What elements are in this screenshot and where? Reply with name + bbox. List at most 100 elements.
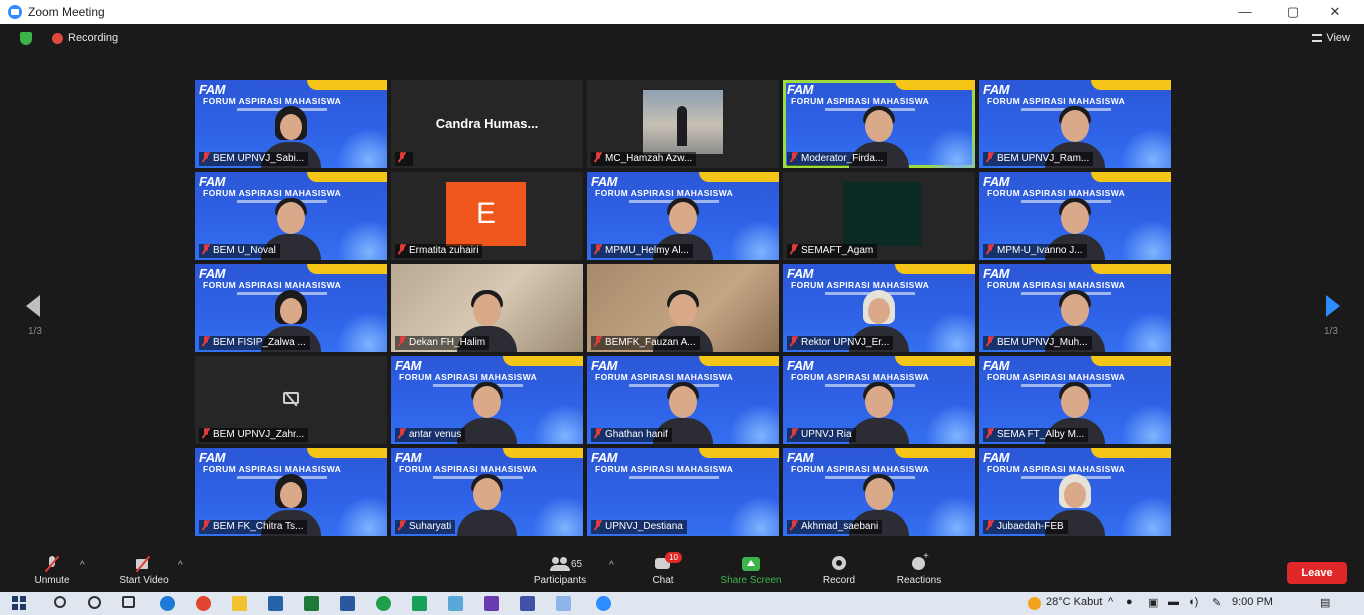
whatsapp-icon[interactable]: [376, 596, 391, 611]
participant-name: Akhmad_saebani: [801, 521, 879, 532]
app-indigo-icon[interactable]: [520, 596, 535, 611]
chat-button[interactable]: 10 Chat: [640, 552, 686, 592]
participant-video-tile[interactable]: FAM FORUM ASPIRASI MAHASISWA Akhmad_saeban…: [783, 448, 975, 536]
app-blue-icon[interactable]: [448, 596, 463, 611]
fam-logo: FAM: [395, 450, 421, 465]
leave-button[interactable]: Leave: [1287, 562, 1347, 584]
participant-video-tile[interactable]: SEMAFT_Agam: [783, 172, 975, 260]
banner-decoration: [895, 448, 975, 458]
participants-count: 65: [571, 559, 583, 570]
participant-video-tile[interactable]: BEM UPNVJ_Zahr...: [195, 356, 387, 444]
participant-video-tile[interactable]: FAM FORUM ASPIRASI MAHASISWA Ghathan hanif: [587, 356, 779, 444]
participant-video-tile[interactable]: FAM FORUM ASPIRASI MAHASISWA BEM UPNVJ_Muh…: [979, 264, 1171, 352]
excel-icon[interactable]: [304, 596, 319, 611]
chrome-icon[interactable]: [196, 596, 211, 611]
participant-video-tile[interactable]: FAM FORUM ASPIRASI MAHASISWA Moderator_Fir…: [783, 80, 975, 168]
participant-name-tag: BEM UPNVJ_Muh...: [983, 336, 1092, 350]
recording-icon: [52, 33, 63, 44]
tray-overflow-icon[interactable]: ^: [1108, 596, 1113, 608]
participant-video-tile[interactable]: FAM FORUM ASPIRASI MAHASISWA Jubaedah-FEB: [979, 448, 1171, 536]
next-page-arrow-icon[interactable]: [1326, 295, 1340, 317]
participant-video-tile[interactable]: Candra Humas...: [391, 80, 583, 168]
participant-name-tag: BEM FISIP_Zalwa ...: [199, 336, 310, 350]
banner-decoration: [699, 172, 779, 182]
banner-title: FORUM ASPIRASI MAHASISWA: [203, 280, 342, 290]
participant-name-tag: antar venus: [395, 428, 466, 442]
minimize-button[interactable]: —: [1230, 3, 1260, 21]
previous-page-arrow-icon[interactable]: [26, 295, 40, 317]
participant-video-tile[interactable]: FAM FORUM ASPIRASI MAHASISWA BEM FISIP_Zal…: [195, 264, 387, 352]
edge-browser-icon[interactable]: [160, 596, 175, 611]
participant-video-tile[interactable]: BEMFK_Fauzan A...: [587, 264, 779, 352]
participant-video-tile[interactable]: FAM FORUM ASPIRASI MAHASISWA UPNVJ_Destian…: [587, 448, 779, 536]
participant-video-tile[interactable]: FAM FORUM ASPIRASI MAHASISWA BEM UPNVJ_Sab…: [195, 80, 387, 168]
participant-video-tile[interactable]: MC_Hamzah Azw...: [587, 80, 779, 168]
tray-battery-icon[interactable]: ▬: [1168, 596, 1179, 608]
security-shield-icon[interactable]: [20, 32, 32, 45]
banner-decoration: [1091, 80, 1171, 90]
start-video-button[interactable]: Start Video: [108, 552, 180, 592]
fam-logo: FAM: [983, 82, 1009, 97]
search-icon[interactable]: [54, 596, 66, 608]
banner-decoration: [307, 448, 387, 458]
taskbar-clock[interactable]: 9:00 PM: [1232, 596, 1273, 608]
banner-decoration: [307, 264, 387, 274]
mic-muted-icon: [202, 520, 210, 530]
participant-video-tile[interactable]: FAM FORUM ASPIRASI MAHASISWA MPM-U_Ivanno …: [979, 172, 1171, 260]
unmute-button[interactable]: Unmute: [24, 552, 80, 592]
record-button[interactable]: Record: [814, 552, 864, 592]
view-label: View: [1326, 32, 1350, 44]
mic-muted-icon: [986, 520, 994, 530]
participant-video-tile[interactable]: FAM FORUM ASPIRASI MAHASISWA BEM UPNVJ_Ram…: [979, 80, 1171, 168]
participant-video-tile[interactable]: E Ermatita zuhairi: [391, 172, 583, 260]
app-purple-icon[interactable]: [484, 596, 499, 611]
participant-video-tile[interactable]: FAM FORUM ASPIRASI MAHASISWA SEMA FT_Alby …: [979, 356, 1171, 444]
app-green-icon[interactable]: [412, 596, 427, 611]
banner-decoration: [719, 496, 779, 536]
participant-video-tile[interactable]: FAM FORUM ASPIRASI MAHASISWA Suharyati: [391, 448, 583, 536]
participant-name: Moderator_Firda...: [801, 153, 884, 164]
participants-options-caret-icon[interactable]: ^: [609, 560, 614, 571]
app-photos-icon[interactable]: [556, 596, 571, 611]
view-button[interactable]: View: [1312, 32, 1350, 44]
cortana-icon[interactable]: [88, 596, 101, 609]
participant-video-tile[interactable]: FAM FORUM ASPIRASI MAHASISWA UPNVJ Ria: [783, 356, 975, 444]
mic-muted-icon: [398, 244, 406, 254]
windows-start-icon[interactable]: [12, 596, 27, 611]
fam-logo: FAM: [983, 266, 1009, 281]
banner-title: FORUM ASPIRASI MAHASISWA: [595, 372, 734, 382]
file-explorer-icon[interactable]: [232, 596, 247, 611]
participant-video-tile[interactable]: FAM FORUM ASPIRASI MAHASISWA BEM U_Noval: [195, 172, 387, 260]
tray-network-icon[interactable]: ▣: [1148, 596, 1158, 609]
tray-pen-icon[interactable]: ✎: [1212, 596, 1221, 609]
mic-muted-icon: [790, 244, 798, 254]
share-screen-button[interactable]: Share Screen: [712, 552, 790, 592]
mic-muted-icon: [986, 336, 994, 346]
word-icon[interactable]: [340, 596, 355, 611]
participants-button[interactable]: 65 Participants: [524, 552, 596, 592]
zoom-taskbar-icon[interactable]: [596, 596, 611, 611]
chat-icon: 10: [653, 552, 682, 572]
mic-muted-icon: [986, 244, 994, 254]
mic-muted-icon: [398, 152, 406, 162]
participant-name-tag: BEMFK_Fauzan A...: [591, 336, 700, 350]
participant-video-tile[interactable]: FAM FORUM ASPIRASI MAHASISWA Rektor UPNVJ_…: [783, 264, 975, 352]
fam-logo: FAM: [199, 266, 225, 281]
tray-volume-icon[interactable]: ◖): [1188, 596, 1198, 608]
task-view-icon[interactable]: [122, 596, 135, 608]
banner-title: FORUM ASPIRASI MAHASISWA: [987, 96, 1126, 106]
banner-decoration: [523, 496, 583, 536]
participant-video-feed: [843, 182, 921, 246]
audio-options-caret-icon[interactable]: ^: [80, 560, 85, 571]
store-icon[interactable]: [268, 596, 283, 611]
participant-video-tile[interactable]: FAM FORUM ASPIRASI MAHASISWA antar venus: [391, 356, 583, 444]
video-options-caret-icon[interactable]: ^: [178, 560, 183, 571]
participant-video-tile[interactable]: Dekan FH_Halim: [391, 264, 583, 352]
participant-video-tile[interactable]: FAM FORUM ASPIRASI MAHASISWA MPMU_Helmy Al…: [587, 172, 779, 260]
participant-video-tile[interactable]: FAM FORUM ASPIRASI MAHASISWA BEM FK_Chitra…: [195, 448, 387, 536]
maximize-button[interactable]: ▢: [1278, 3, 1308, 21]
close-button[interactable]: ✕: [1320, 3, 1350, 21]
banner-decoration: [327, 128, 387, 168]
notifications-icon[interactable]: ▤: [1320, 596, 1330, 609]
reactions-button[interactable]: Reactions: [890, 551, 948, 592]
